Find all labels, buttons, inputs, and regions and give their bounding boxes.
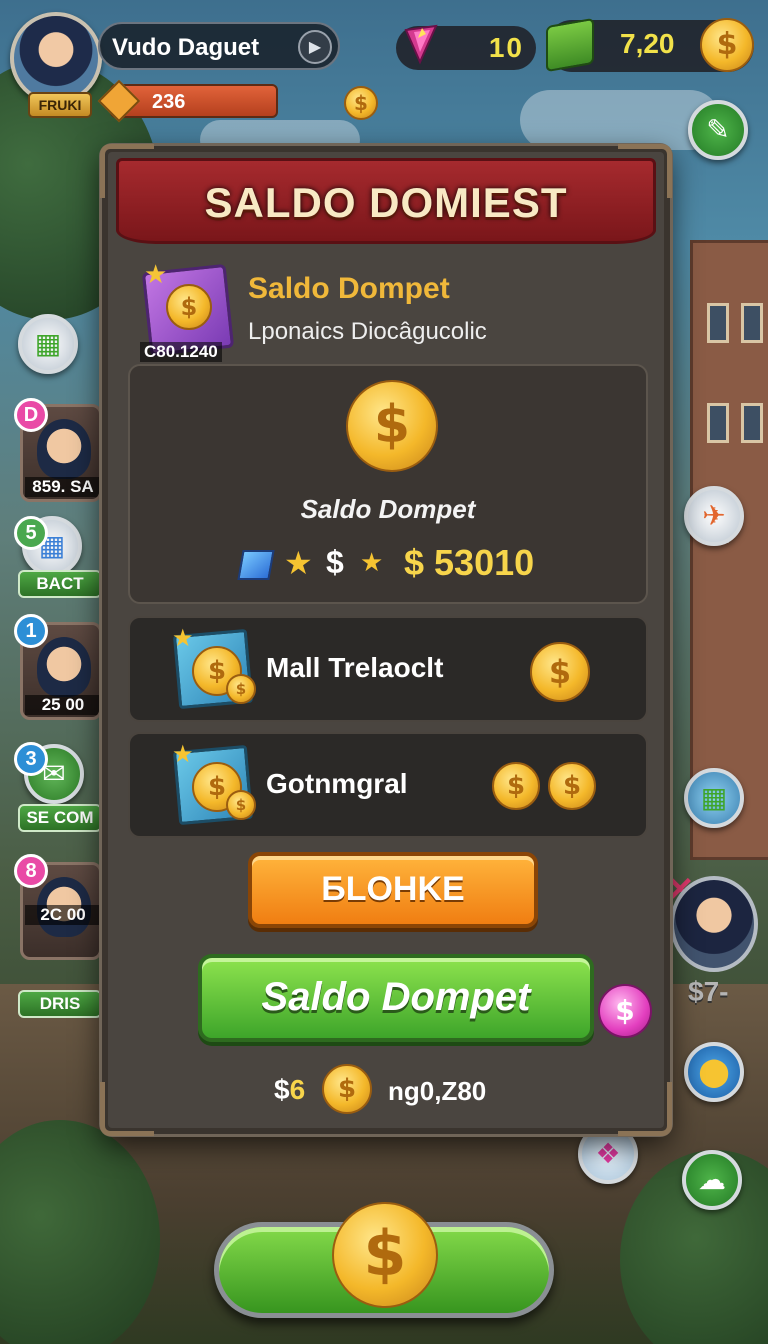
box-icon: ▦	[34, 327, 62, 360]
coin-icon: $	[346, 380, 438, 472]
wallet-tag: C80.1240	[140, 342, 222, 362]
box-icon: ▦	[700, 781, 728, 814]
cash-stack-icon	[546, 17, 594, 73]
agent-avatar[interactable]	[670, 876, 758, 972]
shop-box-button[interactable]: ▦	[684, 768, 744, 828]
level-bar: 236 $	[97, 79, 378, 123]
gem-counter[interactable]: 10	[396, 24, 536, 70]
fan-icon: ✎	[706, 113, 730, 146]
balance-label: Saldo Dompet	[300, 494, 476, 524]
building	[690, 240, 768, 860]
footer-total: ng0,Z80	[388, 1076, 487, 1106]
sidebar-label[interactable]: BACT	[18, 570, 102, 598]
sidebar-label[interactable]: SE COM	[18, 804, 102, 832]
friend-value: 2C 00	[25, 905, 99, 925]
modal-title: SALDO DOMIEST	[204, 179, 568, 226]
friend-value: 25 00	[25, 695, 99, 715]
coin-icon: $	[322, 1064, 372, 1114]
balance-panel: $ Saldo Dompet ★ $ ★ $ 53010	[128, 364, 648, 604]
player-rank-tag: FRUKI	[28, 92, 92, 118]
scroll-map-button[interactable]: ✈	[684, 486, 744, 546]
frame-corner	[100, 1082, 154, 1136]
coin-icon: $	[344, 86, 378, 120]
agent-tag: $7-	[688, 976, 729, 1007]
dollar-icon: $	[326, 544, 344, 580]
play-icon[interactable]: ▶	[298, 30, 332, 64]
friend-avatar	[37, 419, 91, 479]
friend-badge: D	[14, 398, 48, 432]
coin-icon: $	[166, 284, 212, 330]
orbs-icon: ⬤	[698, 1055, 730, 1088]
friend-badge: 1	[14, 614, 48, 648]
orange-action-button[interactable]: БLOHKE	[248, 852, 538, 928]
friend-value: 859. SA	[25, 477, 99, 497]
friend-badge: 8	[14, 854, 48, 888]
player-avatar[interactable]	[10, 12, 102, 104]
orbs-button[interactable]: ⬤	[684, 1042, 744, 1102]
wallet-modal: SALDO DOMIEST $ ★ C80.1240 Saldo Dompet …	[100, 144, 672, 1136]
coin-icon[interactable]: $	[332, 1202, 438, 1308]
footer-amount: $6	[274, 1074, 305, 1106]
footer-amount-value: 6	[289, 1074, 306, 1105]
cube-icon	[237, 550, 275, 580]
cash-counter[interactable]: 7,20 $	[546, 17, 754, 73]
scroll-icon: ✈	[702, 499, 726, 532]
balance-value: $ 53010	[404, 542, 535, 583]
star-icon: ★	[172, 624, 194, 652]
cloud-icon: ☁	[698, 1163, 726, 1196]
coin-icon: $	[226, 674, 256, 704]
friend-badge: 5	[14, 516, 48, 550]
player-name-pill[interactable]: Vudo Daguet ▶	[98, 22, 340, 70]
wallet-title: Saldo Dompet	[248, 272, 450, 305]
offer-label: Gotnmgral	[266, 768, 408, 799]
coin-icon: $	[226, 790, 256, 820]
star-icon: ★	[172, 740, 194, 768]
pink-coin-icon[interactable]: $	[598, 984, 652, 1038]
star-icon: ★	[144, 260, 168, 290]
wallet-confirm-button[interactable]: Saldo Dompet	[198, 954, 594, 1042]
inventory-box-button[interactable]: ▦	[18, 314, 78, 374]
gift-icon: ❖	[595, 1137, 621, 1170]
player-name: Vudo Daguet	[112, 34, 260, 61]
coin-icon[interactable]: $	[700, 18, 754, 72]
cloud-button[interactable]: ☁	[682, 1150, 742, 1210]
balance-row: ★ $ ★ $ 53010	[237, 542, 560, 586]
gem-value: 10	[488, 32, 524, 63]
modal-footer: $6 $ ng0,Z80	[274, 1064, 534, 1116]
modal-header: SALDO DOMIEST	[116, 158, 656, 244]
star-icon: ★	[360, 548, 384, 578]
sidebar-label[interactable]: DRIS	[18, 990, 102, 1018]
coin-icon[interactable]: $	[530, 642, 590, 702]
frame-corner	[618, 1082, 672, 1136]
coin-icon[interactable]: $	[492, 762, 540, 810]
offer-row[interactable]: $ $ ★ Mall Trelaoclt $	[128, 616, 648, 722]
player-hud[interactable]: FRUKI Vudo Daguet ▶ 236 $	[10, 12, 378, 123]
offer-row[interactable]: $ $ ★ Gotnmgral $ $	[128, 732, 648, 838]
footer-dollar: $	[274, 1074, 290, 1105]
friend-avatar	[37, 637, 91, 697]
offer-label: Mall Trelaoclt	[266, 652, 444, 683]
star-icon: ★	[284, 544, 313, 582]
friend-badge: 3	[14, 742, 48, 776]
wallet-subtitle: Lponaics Diocâgucolic	[248, 318, 487, 345]
settings-fan-button[interactable]: ✎	[688, 100, 748, 160]
level-icon	[97, 79, 141, 123]
level-value: 236	[152, 91, 186, 113]
gem-icon	[404, 24, 438, 65]
coin-icon[interactable]: $	[548, 762, 596, 810]
cash-value: 7,20	[620, 28, 675, 59]
